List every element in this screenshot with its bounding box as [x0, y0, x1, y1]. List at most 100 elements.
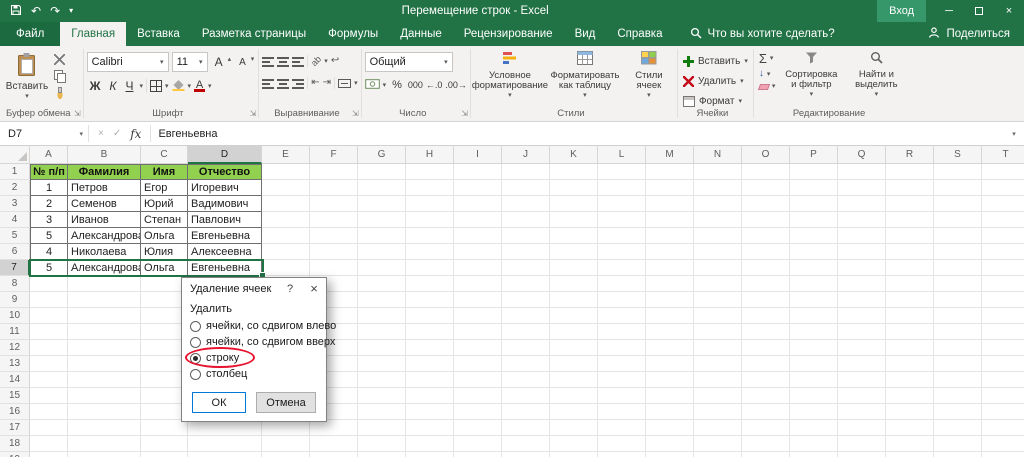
cell-N1[interactable]: [694, 164, 742, 180]
cell-T15[interactable]: [982, 388, 1024, 404]
cell-J18[interactable]: [502, 436, 550, 452]
cell-T16[interactable]: [982, 404, 1024, 420]
cell-T1[interactable]: [982, 164, 1024, 180]
column-header-I[interactable]: I: [454, 146, 502, 164]
merge-center-icon[interactable]: [338, 78, 352, 88]
cell-Q3[interactable]: [838, 196, 886, 212]
cell-M12[interactable]: [646, 340, 694, 356]
cell-K5[interactable]: [550, 228, 598, 244]
cell-R4[interactable]: [886, 212, 934, 228]
cell-T19[interactable]: [982, 452, 1024, 457]
cell-P16[interactable]: [790, 404, 838, 420]
delete-cells-button[interactable]: Удалить ▾: [681, 72, 750, 91]
cell-Q14[interactable]: [838, 372, 886, 388]
cell-R9[interactable]: [886, 292, 934, 308]
cell-M11[interactable]: [646, 324, 694, 340]
row-header-15[interactable]: 15: [0, 388, 30, 404]
cell-L13[interactable]: [598, 356, 646, 372]
autosum-button[interactable]: Σ ▾: [759, 52, 776, 65]
cell-H14[interactable]: [406, 372, 454, 388]
cell-I3[interactable]: [454, 196, 502, 212]
cell-R3[interactable]: [886, 196, 934, 212]
cell-D5[interactable]: Евгеньевна: [188, 228, 262, 244]
cell-N9[interactable]: [694, 292, 742, 308]
decrease-decimal-button[interactable]: .00→: [445, 80, 467, 90]
cell-B16[interactable]: [68, 404, 141, 420]
clipboard-dialog-launcher[interactable]: ⇲: [74, 110, 81, 118]
cell-L1[interactable]: [598, 164, 646, 180]
cell-N6[interactable]: [694, 244, 742, 260]
cell-E17[interactable]: [262, 420, 310, 436]
dialog-help-button[interactable]: ?: [278, 278, 302, 299]
insert-cells-button[interactable]: Вставить ▾: [681, 52, 750, 71]
cell-E19[interactable]: [262, 452, 310, 457]
cell-P15[interactable]: [790, 388, 838, 404]
cell-L9[interactable]: [598, 292, 646, 308]
cell-A16[interactable]: [30, 404, 68, 420]
tab-review[interactable]: Рецензирование: [453, 22, 564, 46]
cell-J4[interactable]: [502, 212, 550, 228]
cell-H2[interactable]: [406, 180, 454, 196]
cell-I8[interactable]: [454, 276, 502, 292]
cell-L12[interactable]: [598, 340, 646, 356]
align-middle-icon[interactable]: [277, 55, 290, 67]
cell-C2[interactable]: Егор: [141, 180, 188, 196]
cell-R2[interactable]: [886, 180, 934, 196]
cell-A7[interactable]: 5: [30, 260, 68, 276]
cell-B7[interactable]: Александрова: [68, 260, 141, 276]
font-color-icon[interactable]: А: [194, 80, 206, 92]
cell-S1[interactable]: [934, 164, 982, 180]
cell-O19[interactable]: [742, 452, 790, 457]
cell-O2[interactable]: [742, 180, 790, 196]
cell-M3[interactable]: [646, 196, 694, 212]
cell-M14[interactable]: [646, 372, 694, 388]
cell-B18[interactable]: [68, 436, 141, 452]
cell-O11[interactable]: [742, 324, 790, 340]
cell-H11[interactable]: [406, 324, 454, 340]
grow-font-button[interactable]: А ▴: [211, 53, 233, 71]
cell-G9[interactable]: [358, 292, 406, 308]
number-dialog-launcher[interactable]: ⇲: [461, 110, 468, 118]
column-header-K[interactable]: K: [550, 146, 598, 164]
cell-S4[interactable]: [934, 212, 982, 228]
cell-Q1[interactable]: [838, 164, 886, 180]
cell-R16[interactable]: [886, 404, 934, 420]
cell-C3[interactable]: Юрий: [141, 196, 188, 212]
cell-M13[interactable]: [646, 356, 694, 372]
cell-L11[interactable]: [598, 324, 646, 340]
tab-page-layout[interactable]: Разметка страницы: [191, 22, 317, 46]
cell-N17[interactable]: [694, 420, 742, 436]
cell-J10[interactable]: [502, 308, 550, 324]
cell-F5[interactable]: [310, 228, 358, 244]
cell-N8[interactable]: [694, 276, 742, 292]
cut-icon[interactable]: [54, 54, 65, 65]
cell-T11[interactable]: [982, 324, 1024, 340]
cell-L10[interactable]: [598, 308, 646, 324]
cell-E6[interactable]: [262, 244, 310, 260]
cell-A18[interactable]: [30, 436, 68, 452]
cell-L2[interactable]: [598, 180, 646, 196]
cell-B5[interactable]: Александрова: [68, 228, 141, 244]
cell-B10[interactable]: [68, 308, 141, 324]
column-header-A[interactable]: A: [30, 146, 68, 164]
cell-N11[interactable]: [694, 324, 742, 340]
cell-A3[interactable]: 2: [30, 196, 68, 212]
cell-H16[interactable]: [406, 404, 454, 420]
cell-I15[interactable]: [454, 388, 502, 404]
cell-A17[interactable]: [30, 420, 68, 436]
column-header-O[interactable]: O: [742, 146, 790, 164]
cell-P19[interactable]: [790, 452, 838, 457]
column-header-N[interactable]: N: [694, 146, 742, 164]
cell-P6[interactable]: [790, 244, 838, 260]
cell-D18[interactable]: [188, 436, 262, 452]
cell-E3[interactable]: [262, 196, 310, 212]
cell-O15[interactable]: [742, 388, 790, 404]
align-center-icon[interactable]: [277, 77, 290, 89]
cell-R6[interactable]: [886, 244, 934, 260]
row-header-18[interactable]: 18: [0, 436, 30, 452]
cell-F17[interactable]: [310, 420, 358, 436]
cell-A10[interactable]: [30, 308, 68, 324]
number-format-combo[interactable]: Общий ▾: [364, 52, 453, 72]
cell-N7[interactable]: [694, 260, 742, 276]
cell-M5[interactable]: [646, 228, 694, 244]
